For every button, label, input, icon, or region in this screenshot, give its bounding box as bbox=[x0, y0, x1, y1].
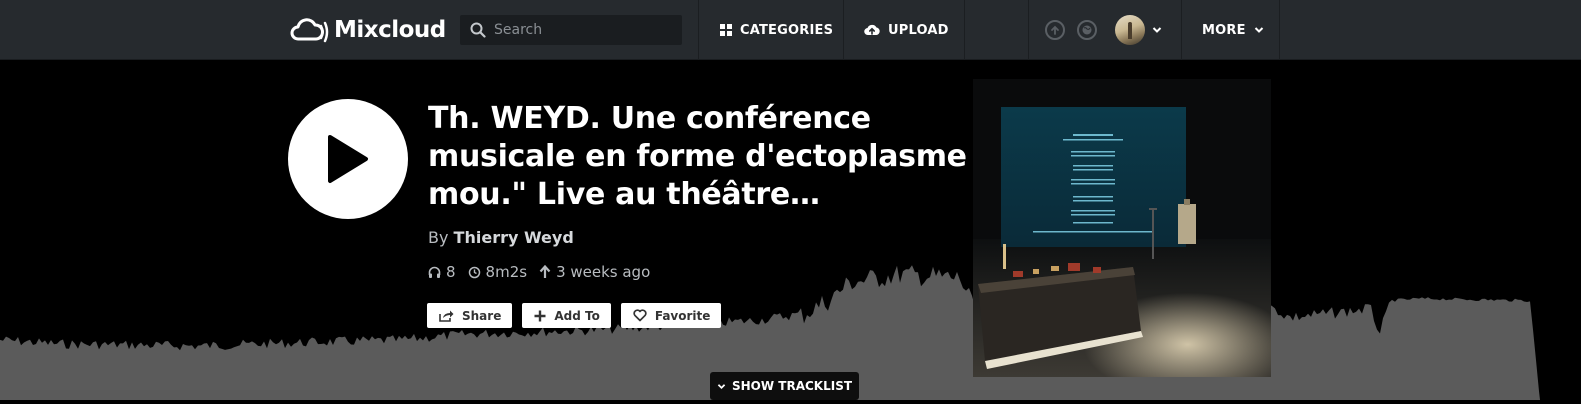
top-navigation: Mixcloud CATEGORIES UPLOAD bbox=[0, 0, 1581, 60]
nav-divider bbox=[698, 0, 699, 60]
nav-divider bbox=[964, 0, 965, 60]
add-to-button[interactable]: Add To bbox=[522, 303, 611, 328]
search-icon bbox=[470, 22, 486, 38]
mixcloud-cloud-icon bbox=[290, 18, 329, 43]
activity-globe-button[interactable] bbox=[1077, 20, 1097, 40]
show-tracklist-button[interactable]: SHOW TRACKLIST bbox=[710, 372, 859, 400]
upload-cloud-icon bbox=[864, 24, 880, 36]
uploaded-time: 3 weeks ago bbox=[556, 263, 651, 281]
chevron-down-icon bbox=[717, 383, 726, 389]
chevron-down-icon[interactable] bbox=[1152, 26, 1162, 34]
nav-divider bbox=[1181, 0, 1182, 60]
show-byline: By Thierry Weyd bbox=[428, 228, 574, 247]
show-stats: 8 8m2s 3 weeks ago bbox=[428, 263, 650, 281]
show-artwork[interactable] bbox=[973, 79, 1271, 377]
add-to-label: Add To bbox=[554, 308, 600, 323]
mixcloud-logo[interactable]: Mixcloud bbox=[290, 14, 446, 46]
show-title: Th. WEYD. Une conférence musicale en for… bbox=[428, 101, 967, 212]
brand-name: Mixcloud bbox=[334, 17, 446, 43]
globe-icon bbox=[1082, 25, 1092, 35]
upload-label: UPLOAD bbox=[888, 22, 949, 38]
artwork-image bbox=[973, 79, 1271, 377]
chevron-down-icon bbox=[1254, 27, 1263, 33]
share-button[interactable]: Share bbox=[427, 303, 513, 328]
plays-stat: 8 bbox=[428, 263, 456, 281]
duration-stat: 8m2s bbox=[468, 263, 528, 281]
favorite-label: Favorite bbox=[654, 308, 711, 323]
author-link[interactable]: Thierry Weyd bbox=[454, 228, 574, 247]
nav-divider bbox=[1028, 0, 1029, 60]
duration-value: 8m2s bbox=[485, 263, 528, 281]
headphones-icon bbox=[428, 266, 441, 278]
plus-icon bbox=[534, 310, 546, 321]
categories-menu[interactable]: CATEGORIES bbox=[720, 0, 833, 60]
by-prefix: By bbox=[428, 228, 449, 247]
nav-divider bbox=[843, 0, 844, 60]
show-actions: Share Add To Favorite bbox=[427, 303, 722, 328]
share-label: Share bbox=[462, 308, 502, 323]
clock-icon bbox=[468, 266, 480, 278]
search-input[interactable] bbox=[494, 22, 674, 38]
tracklist-label: SHOW TRACKLIST bbox=[731, 379, 853, 393]
share-icon bbox=[439, 310, 454, 322]
grid-icon bbox=[720, 24, 732, 36]
more-menu[interactable]: MORE bbox=[1202, 0, 1264, 60]
upload-circle-icon bbox=[1051, 25, 1059, 35]
uploaded-stat: 3 weeks ago bbox=[539, 263, 650, 281]
play-icon bbox=[328, 135, 368, 183]
categories-label: CATEGORIES bbox=[740, 22, 834, 38]
play-button[interactable] bbox=[288, 99, 408, 219]
heart-icon bbox=[633, 309, 647, 322]
arrow-up-icon bbox=[539, 265, 551, 278]
avatar-image bbox=[1128, 22, 1132, 39]
upload-link[interactable]: UPLOAD bbox=[864, 0, 949, 60]
nav-divider bbox=[1279, 0, 1280, 60]
more-label: MORE bbox=[1202, 22, 1246, 38]
plays-count: 8 bbox=[446, 263, 456, 281]
user-avatar[interactable] bbox=[1115, 15, 1145, 45]
upload-status-button[interactable] bbox=[1045, 20, 1065, 40]
search-box[interactable] bbox=[460, 15, 682, 45]
favorite-button[interactable]: Favorite bbox=[620, 303, 722, 328]
